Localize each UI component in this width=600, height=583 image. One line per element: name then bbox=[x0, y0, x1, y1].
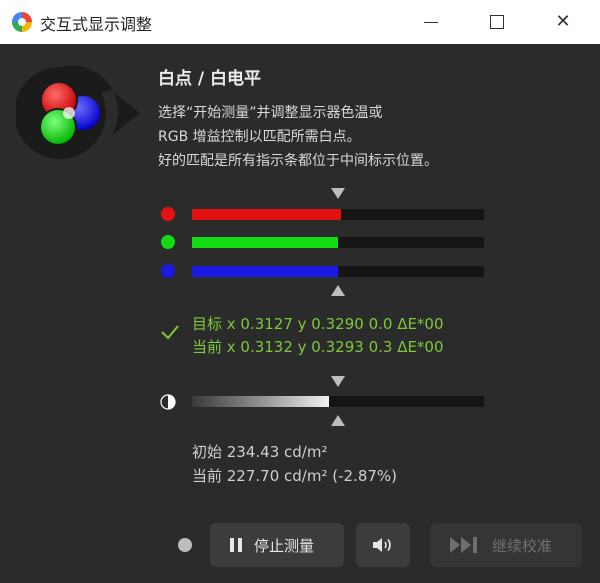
blue-gain-fill bbox=[192, 266, 338, 277]
instruction-line: RGB 增益控制以匹配所需白点。 bbox=[158, 129, 361, 145]
maximize-button[interactable] bbox=[474, 6, 520, 38]
pause-icon bbox=[230, 538, 242, 552]
current-chromaticity: 当前 x 0.3132 y 0.3293 0.3 ΔE*00 bbox=[192, 338, 444, 356]
continue-calibration-button[interactable]: 继续校准 bbox=[430, 523, 582, 567]
luminance-marker-bottom bbox=[331, 415, 345, 426]
checkmark-icon bbox=[161, 325, 179, 340]
sound-button[interactable] bbox=[356, 523, 410, 567]
instruction-line: 好的匹配是所有指示条都位于中间标示位置。 bbox=[158, 153, 438, 169]
stop-measurement-label: 停止测量 bbox=[254, 537, 315, 555]
close-icon: ✕ bbox=[555, 11, 571, 32]
green-channel-dot bbox=[161, 235, 175, 249]
color-wheel-icon bbox=[12, 12, 32, 32]
title-bar: 交互式显示调整 ✕ bbox=[0, 0, 600, 44]
blue-channel-dot bbox=[161, 264, 175, 278]
skip-forward-icon bbox=[450, 537, 477, 553]
red-gain-bar bbox=[192, 209, 484, 220]
instruction-line: 选择“开始测量”并调整显示器色温或 bbox=[158, 105, 383, 121]
window-title: 交互式显示调整 bbox=[40, 15, 153, 34]
minimize-button[interactable] bbox=[408, 6, 454, 38]
stop-measurement-button[interactable]: 停止测量 bbox=[210, 523, 344, 567]
blue-gain-bar bbox=[192, 266, 484, 277]
green-gain-fill bbox=[192, 237, 338, 248]
rgb-circles-icon bbox=[16, 65, 140, 159]
luminance-bar bbox=[192, 396, 484, 407]
target-chromaticity: 目标 x 0.3127 y 0.3290 0.0 ΔE*00 bbox=[192, 315, 444, 333]
speaker-icon bbox=[373, 538, 391, 552]
luminance-fill bbox=[192, 396, 330, 407]
maximize-icon bbox=[490, 15, 504, 29]
continue-calibration-label: 继续校准 bbox=[492, 537, 553, 555]
current-luminance: 当前 227.70 cd/m² (-2.87%) bbox=[192, 467, 398, 485]
target-marker-top bbox=[331, 188, 345, 199]
target-marker-bottom bbox=[331, 285, 345, 296]
initial-luminance: 初始 234.43 cd/m² bbox=[192, 443, 328, 461]
luminance-marker-top bbox=[331, 376, 345, 387]
brightness-icon bbox=[160, 394, 176, 410]
close-button[interactable]: ✕ bbox=[540, 6, 586, 38]
section-heading: 白点 / 白电平 bbox=[158, 69, 262, 89]
status-indicator bbox=[178, 538, 192, 552]
red-channel-dot bbox=[161, 207, 175, 221]
red-gain-fill bbox=[192, 209, 341, 220]
green-gain-bar bbox=[192, 237, 484, 248]
minimize-icon bbox=[424, 21, 438, 23]
